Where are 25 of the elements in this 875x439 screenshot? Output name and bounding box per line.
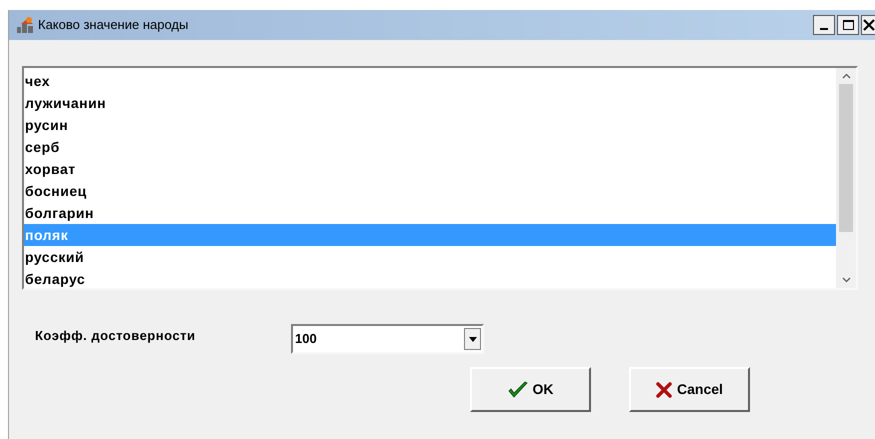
ok-button[interactable]: OK [470,367,591,412]
minimize-button[interactable] [813,15,835,35]
checkmark-icon [508,380,528,398]
scrollbar[interactable] [836,68,856,288]
maximize-button[interactable] [837,15,859,35]
cancel-button[interactable]: Cancel [629,367,750,412]
reliability-dropdown[interactable]: 100 [291,324,484,354]
list-item[interactable]: серб [24,136,836,158]
reliability-label: Коэфф. достоверности [35,327,196,346]
cross-icon [656,382,672,398]
list-item[interactable]: болгарин [24,202,836,224]
list-item[interactable]: лужичанин [24,92,836,114]
scroll-thumb[interactable] [839,84,853,232]
window-title: Каково значение народы [38,16,188,34]
list-item[interactable]: беларус [24,268,836,288]
scroll-up-icon[interactable] [842,73,850,79]
close-button[interactable] [861,15,875,35]
list-item[interactable]: хорват [24,158,836,180]
list-item[interactable]: босниец [24,180,836,202]
dropdown-value: 100 [294,330,318,348]
list-item[interactable]: русский [24,246,836,268]
list-item[interactable]: чех [24,70,836,92]
scroll-down-icon[interactable] [842,277,850,283]
building-icon [15,16,35,34]
list-item[interactable]: русин [24,114,836,136]
